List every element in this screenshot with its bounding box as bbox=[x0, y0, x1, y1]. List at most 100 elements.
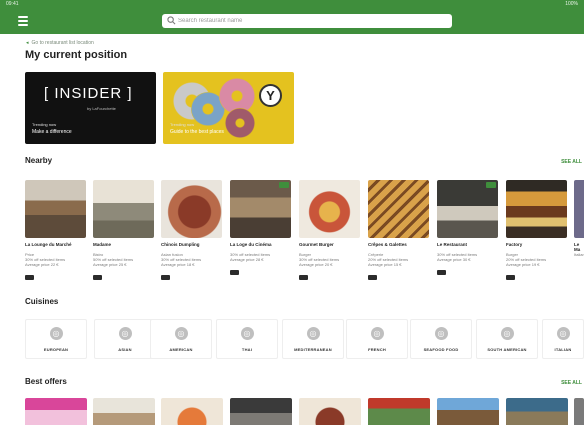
offer-photo[interactable] bbox=[25, 398, 87, 425]
cuisine-label: ASIAN bbox=[118, 347, 132, 352]
cuisine-icon: ◎ bbox=[434, 327, 448, 340]
status-bar: 09:41 100% bbox=[0, 0, 584, 8]
restaurant-name: Factory bbox=[506, 242, 523, 247]
cuisine-label: ITALIAN bbox=[554, 347, 572, 352]
insider-subtitle: by LaFourchette bbox=[87, 106, 116, 111]
rating-badge bbox=[230, 270, 239, 275]
restaurant-name: La Lounge du Marché bbox=[25, 242, 72, 247]
breadcrumb-label: Go to restaurant list location bbox=[31, 40, 94, 46]
rating-badge bbox=[437, 270, 446, 275]
restaurant-photo bbox=[93, 180, 154, 238]
section-title-cuisines: Cuisines bbox=[25, 297, 59, 306]
promo-card-yellow[interactable]: Y Trending now Guide to the best places bbox=[163, 72, 294, 144]
section-title-nearby: Nearby bbox=[25, 156, 53, 165]
restaurant-meta: Average price 30 € bbox=[437, 257, 471, 262]
yumi-logo-icon: Y bbox=[259, 84, 282, 107]
cuisine-tile[interactable]: ◎ ASIAN bbox=[94, 319, 156, 359]
see-all-nearby-link[interactable]: SEE ALL bbox=[561, 159, 582, 165]
status-time: 09:41 bbox=[6, 1, 19, 7]
restaurant-name: Gourmet Burger bbox=[299, 242, 334, 247]
rating-badge bbox=[368, 275, 377, 280]
restaurant-meta: Average price 25 € bbox=[93, 262, 127, 267]
promo-tag bbox=[486, 182, 496, 188]
restaurant-photo bbox=[299, 180, 360, 238]
restaurant-name: Chinois Dumpling bbox=[161, 242, 200, 247]
restaurant-card[interactable]: La Lounge du Marché Price 30% off select… bbox=[25, 180, 86, 285]
back-arrow-icon: ◂ bbox=[26, 40, 29, 46]
search-input[interactable] bbox=[178, 15, 446, 27]
restaurant-card[interactable]: Chinois Dumpling Asian fusion 30% off se… bbox=[161, 180, 222, 285]
cuisine-icon: ◎ bbox=[118, 327, 132, 340]
cuisine-label: AMERICAN bbox=[169, 347, 193, 352]
offer-photo[interactable] bbox=[161, 398, 223, 425]
restaurant-card[interactable]: Crêpes & Galettes Crêperie 20% off selec… bbox=[368, 180, 429, 285]
cuisine-icon: ◎ bbox=[174, 327, 188, 340]
restaurant-meta: Average price 20 € bbox=[299, 262, 333, 267]
restaurant-name: La Loge du Cinéma bbox=[230, 242, 272, 247]
restaurant-photo bbox=[506, 180, 567, 238]
rating-badge bbox=[25, 275, 34, 280]
insider-logo: [ INSIDER ] bbox=[44, 85, 133, 102]
cuisine-label: EUROPEAN bbox=[43, 347, 69, 352]
restaurant-meta: Average price 22 € bbox=[25, 262, 59, 267]
restaurant-photo bbox=[25, 180, 86, 238]
cuisine-tile[interactable]: ◎ EUROPEAN bbox=[25, 319, 87, 359]
cuisine-icon: ◎ bbox=[500, 327, 514, 340]
rating-badge bbox=[506, 275, 515, 280]
cuisine-label: SOUTH AMERICAN bbox=[487, 347, 527, 352]
restaurant-photo bbox=[437, 180, 498, 238]
cuisine-icon: ◎ bbox=[49, 327, 63, 340]
search-bar[interactable] bbox=[162, 14, 452, 28]
promo-kicker: Trending now bbox=[32, 122, 57, 127]
restaurant-name: Le Restaurant bbox=[437, 242, 468, 247]
rating-badge bbox=[93, 275, 102, 280]
promo-kicker: Trending now bbox=[170, 122, 195, 127]
menu-icon[interactable] bbox=[18, 16, 28, 26]
donut-image bbox=[225, 108, 255, 138]
cuisine-label: FRENCH bbox=[368, 347, 386, 352]
cuisine-tile[interactable]: ◎ SEAFOOD FOOD bbox=[410, 319, 472, 359]
promo-card-insider[interactable]: [ INSIDER ] by LaFourchette Trending now… bbox=[25, 72, 156, 144]
cuisine-tile[interactable]: ◎ AMERICAN bbox=[150, 319, 212, 359]
restaurant-photo bbox=[368, 180, 429, 238]
app-bar bbox=[0, 8, 584, 34]
restaurant-card[interactable]: Factory Burger 20% off selected items Av… bbox=[506, 180, 567, 285]
restaurant-meta: Average price 15 € bbox=[368, 262, 402, 267]
restaurant-card[interactable]: Le Ma Italian bbox=[574, 180, 584, 257]
offer-photo[interactable] bbox=[506, 398, 568, 425]
restaurant-card[interactable]: Gourmet Burger Burger 30% off selected i… bbox=[299, 180, 360, 285]
cuisine-label: SEAFOOD FOOD bbox=[423, 347, 459, 352]
breadcrumb[interactable]: ◂ Go to restaurant list location bbox=[26, 40, 94, 46]
see-all-offers-link[interactable]: SEE ALL bbox=[561, 380, 582, 386]
promo-tag bbox=[279, 182, 289, 188]
restaurant-photo bbox=[574, 180, 584, 238]
offer-photo[interactable] bbox=[437, 398, 499, 425]
restaurant-card[interactable]: La Loge du Cinéma 30% off selected items… bbox=[230, 180, 291, 280]
cuisine-icon: ◎ bbox=[556, 327, 570, 340]
offer-photo[interactable] bbox=[574, 398, 584, 425]
page-title: My current position bbox=[25, 49, 128, 61]
status-system: 100% bbox=[565, 1, 578, 7]
cuisine-tile[interactable]: ◎ SOUTH AMERICAN bbox=[476, 319, 538, 359]
offer-photo[interactable] bbox=[230, 398, 292, 425]
restaurant-meta: Average price 28 € bbox=[230, 257, 264, 262]
restaurant-name: Le Ma bbox=[574, 242, 581, 252]
restaurant-name: Crêpes & Galettes bbox=[368, 242, 407, 247]
cuisine-icon: ◎ bbox=[306, 327, 320, 340]
cuisine-tile[interactable]: ◎ THAI bbox=[216, 319, 278, 359]
restaurant-card[interactable]: Le Restaurant 30% off selected items Ave… bbox=[437, 180, 498, 280]
restaurant-photo bbox=[161, 180, 222, 238]
offer-photo[interactable] bbox=[368, 398, 430, 425]
cuisine-tile[interactable]: ◎ FRENCH bbox=[346, 319, 408, 359]
promo-headline: Guide to the best places bbox=[170, 129, 224, 135]
promo-headline: Make a difference bbox=[32, 129, 72, 135]
offer-photo[interactable] bbox=[299, 398, 361, 425]
restaurant-meta: Italian bbox=[574, 252, 584, 257]
restaurant-card[interactable]: Madame Bistro 50% off selected items Ave… bbox=[93, 180, 154, 285]
cuisine-icon: ◎ bbox=[240, 327, 254, 340]
offer-photo[interactable] bbox=[93, 398, 155, 425]
restaurant-photo bbox=[230, 180, 291, 238]
cuisine-tile[interactable]: ◎ ITALIAN bbox=[542, 319, 584, 359]
cuisine-tile[interactable]: ◎ MEDITERRANEAN bbox=[282, 319, 344, 359]
restaurant-meta: Average price 18 € bbox=[161, 262, 195, 267]
